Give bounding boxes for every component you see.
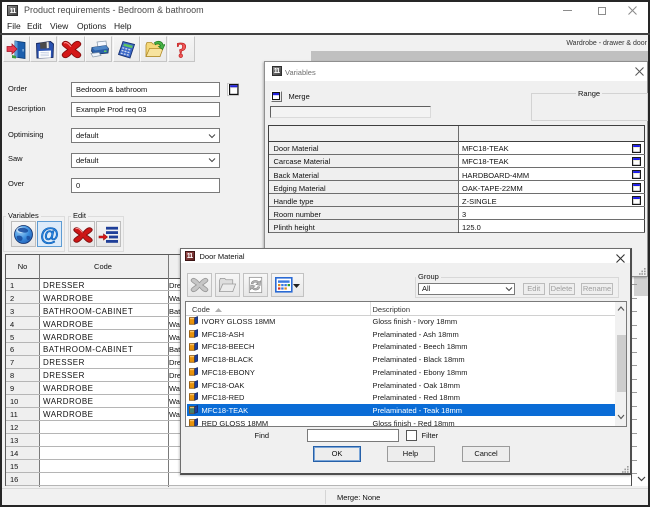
svg-text:?: ? bbox=[176, 39, 187, 60]
svg-text:@: @ bbox=[40, 225, 59, 245]
